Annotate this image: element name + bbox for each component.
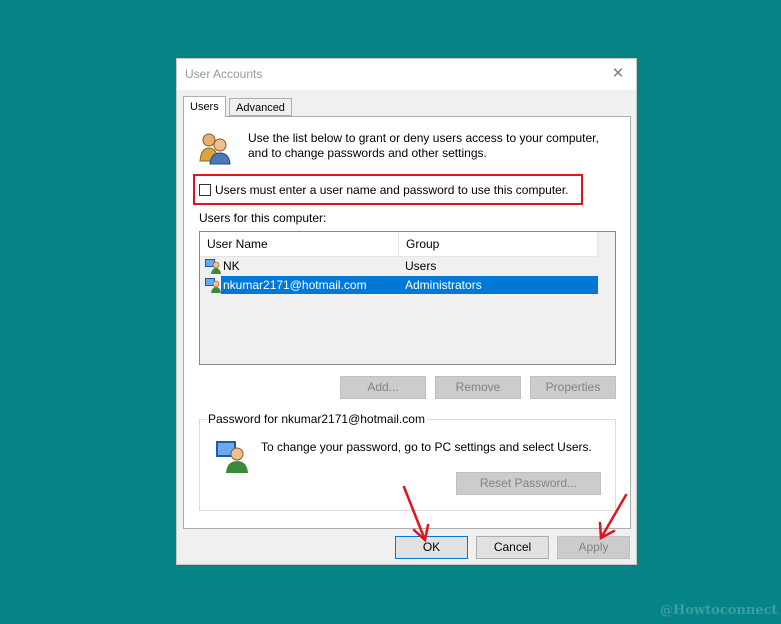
user-accounts-dialog: User Accounts ✕ Users Advanced Use the l… [176,58,637,565]
user-icon [205,278,221,293]
group-cell: Users [405,259,437,273]
users-section-label: Users for this computer: [199,211,327,225]
checkbox-box[interactable] [199,184,211,196]
users-tab-panel: Use the list below to grant or deny user… [183,116,631,529]
user-name-cell: nkumar2171@hotmail.com [223,278,367,292]
column-header-user-name[interactable]: User Name [200,232,399,256]
remove-user-button[interactable]: Remove [435,376,521,399]
cancel-button[interactable]: Cancel [476,536,549,559]
window-title: User Accounts [185,67,263,81]
password-instructions: To change your password, go to PC settin… [261,440,592,454]
close-button[interactable]: ✕ [606,63,630,85]
watermark: @Howtoconnect [660,603,778,618]
password-groupbox-label: Password for nkumar2171@hotmail.com [206,412,427,426]
intro-text: Use the list below to grant or deny user… [248,131,599,160]
reset-password-button[interactable]: Reset Password... [456,472,601,495]
properties-button[interactable]: Properties [530,376,616,399]
table-row[interactable]: NK Users [200,257,598,275]
title-bar: User Accounts ✕ [177,59,636,90]
user-icon [205,259,221,274]
users-list[interactable]: User Name Group NK Users nkumar2171@hotm… [199,231,616,365]
close-icon: ✕ [611,65,625,82]
tab-users[interactable]: Users [183,96,226,117]
group-cell: Administrators [405,278,482,292]
checkbox-label: Users must enter a user name and passwor… [215,183,569,197]
user-name-cell: NK [223,259,240,273]
add-user-button[interactable]: Add... [340,376,426,399]
password-groupbox [199,419,616,511]
list-header: User Name Group [200,232,598,257]
user-icon [216,441,248,473]
table-row-selected[interactable]: nkumar2171@hotmail.com Administrators [200,276,598,294]
users-icon [199,133,231,165]
apply-button[interactable]: Apply [557,536,630,559]
tab-advanced[interactable]: Advanced [229,98,292,116]
ok-button[interactable]: OK [395,536,468,559]
login-required-checkbox[interactable]: Users must enter a user name and passwor… [199,183,569,197]
column-header-group[interactable]: Group [399,232,598,256]
